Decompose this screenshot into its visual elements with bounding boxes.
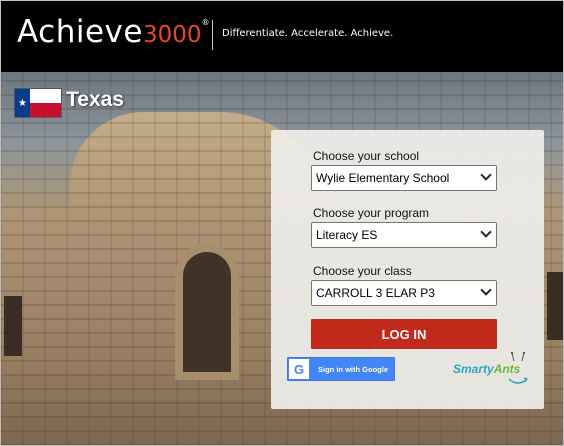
- chevron-down-icon: [480, 284, 492, 296]
- logo-mark: ®: [201, 18, 211, 27]
- logo-word: Achieve: [17, 14, 143, 50]
- google-icon: G: [289, 359, 309, 379]
- top-header: Achieve3000® Differentiate. Accelerate. …: [0, 0, 564, 72]
- chevron-down-icon: [480, 226, 492, 238]
- school-select-value: Wylie Elementary School: [316, 171, 450, 185]
- star-icon: ★: [15, 89, 30, 117]
- state-name: Texas: [66, 88, 124, 111]
- achieve3000-logo[interactable]: Achieve3000®: [17, 14, 210, 50]
- class-select-value: CARROLL 3 ELAR P3: [316, 286, 435, 300]
- program-select[interactable]: Literacy ES: [311, 222, 497, 248]
- class-select[interactable]: CARROLL 3 ELAR P3: [311, 280, 497, 306]
- school-label: Choose your school: [313, 149, 420, 163]
- program-select-value: Literacy ES: [316, 228, 378, 242]
- login-button[interactable]: LOG IN: [311, 319, 497, 349]
- brand-smarty: Smarty: [453, 362, 494, 376]
- class-label: Choose your class: [313, 264, 412, 278]
- chevron-down-icon: [480, 169, 492, 181]
- swoosh-icon: [508, 377, 528, 384]
- smartyants-logo[interactable]: SmartyAnts: [453, 352, 537, 392]
- google-sign-in-label: Sign in with Google: [318, 364, 388, 374]
- antenna-icon: [511, 352, 525, 362]
- google-sign-in-button[interactable]: G Sign in with Google: [287, 357, 395, 381]
- logo-number: 3000: [142, 22, 202, 48]
- brand-ants: Ants: [493, 362, 521, 376]
- left-window: [4, 296, 22, 356]
- arched-window: [183, 252, 231, 372]
- tagline: Differentiate. Accelerate. Achieve.: [222, 28, 394, 39]
- login-panel: Choose your school Wylie Elementary Scho…: [271, 130, 544, 409]
- right-window: [547, 272, 564, 340]
- smartyants-wordmark: SmartyAnts: [453, 362, 520, 376]
- texas-flag-icon: ★: [14, 88, 62, 118]
- program-label: Choose your program: [313, 206, 430, 220]
- header-divider: [212, 20, 213, 50]
- school-select[interactable]: Wylie Elementary School: [311, 165, 497, 191]
